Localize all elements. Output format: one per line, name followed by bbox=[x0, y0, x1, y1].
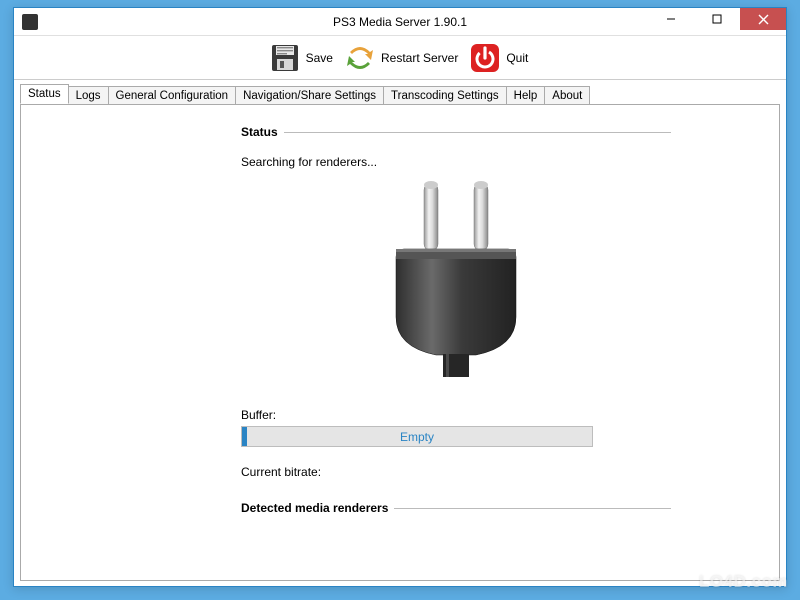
tab-bar: Status Logs General Configuration Naviga… bbox=[14, 80, 786, 104]
save-button[interactable]: Save bbox=[266, 39, 339, 77]
plug-icon bbox=[241, 177, 671, 380]
bitrate-label: Current bitrate: bbox=[241, 465, 671, 479]
tab-help[interactable]: Help bbox=[506, 86, 546, 105]
tab-panel: Status Searching for renderers... bbox=[20, 104, 780, 581]
tab-label: Status bbox=[28, 88, 61, 100]
searching-text: Searching for renderers... bbox=[241, 155, 671, 169]
tab-transcoding[interactable]: Transcoding Settings bbox=[383, 86, 507, 105]
save-icon bbox=[268, 41, 302, 75]
detected-section-header: Detected media renderers bbox=[241, 501, 671, 515]
tab-general-configuration[interactable]: General Configuration bbox=[108, 86, 237, 105]
app-icon bbox=[22, 14, 38, 30]
tab-label: Help bbox=[514, 90, 538, 102]
quit-label: Quit bbox=[506, 51, 528, 65]
tab-label: Logs bbox=[76, 90, 101, 102]
tab-label: Navigation/Share Settings bbox=[243, 90, 376, 102]
divider bbox=[284, 132, 671, 133]
quit-button[interactable]: Quit bbox=[466, 39, 534, 77]
save-label: Save bbox=[306, 51, 333, 65]
tab-status[interactable]: Status bbox=[20, 84, 69, 104]
minimize-button[interactable] bbox=[648, 8, 694, 30]
restart-label: Restart Server bbox=[381, 51, 458, 65]
tab-label: General Configuration bbox=[116, 90, 229, 102]
restart-icon bbox=[343, 41, 377, 75]
tab-about[interactable]: About bbox=[544, 86, 590, 105]
tab-label: Transcoding Settings bbox=[391, 90, 499, 102]
maximize-button[interactable] bbox=[694, 8, 740, 30]
close-button[interactable] bbox=[740, 8, 786, 30]
buffer-progress: Empty bbox=[241, 426, 593, 447]
tab-logs[interactable]: Logs bbox=[68, 86, 109, 105]
quit-icon bbox=[468, 41, 502, 75]
tab-navigation-share[interactable]: Navigation/Share Settings bbox=[235, 86, 384, 105]
status-section-label: Status bbox=[241, 125, 278, 139]
restart-button[interactable]: Restart Server bbox=[341, 39, 464, 77]
buffer-value: Empty bbox=[400, 430, 434, 444]
status-section-header: Status bbox=[241, 125, 671, 139]
app-window: PS3 Media Server 1.90.1 bbox=[13, 7, 787, 587]
window-controls bbox=[648, 8, 786, 30]
buffer-label: Buffer: bbox=[241, 408, 671, 422]
detected-section-label: Detected media renderers bbox=[241, 501, 388, 515]
buffer-fill bbox=[242, 427, 247, 446]
divider bbox=[394, 508, 671, 509]
titlebar: PS3 Media Server 1.90.1 bbox=[14, 8, 786, 36]
status-content: Status Searching for renderers... bbox=[241, 125, 671, 515]
tab-label: About bbox=[552, 90, 582, 102]
toolbar: Save Restart Server Quit bbox=[14, 36, 786, 80]
